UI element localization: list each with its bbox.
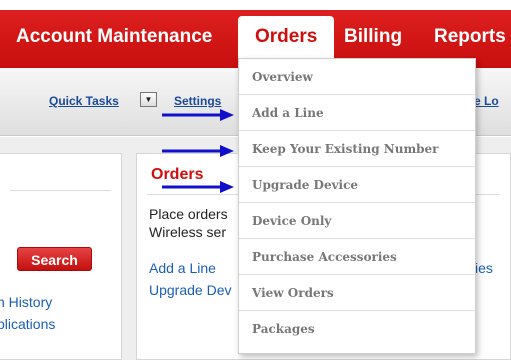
orders-description-line: Wireless ser [149,224,227,240]
menu-item-label: Purchase Accessories [252,250,397,264]
menu-item-add-a-line[interactable]: Add a Line [239,95,475,131]
menu-item-label: Device Only [252,214,332,228]
menu-item-label: View Orders [252,286,334,300]
search-button[interactable]: Search [17,247,92,271]
menu-item-label: Keep Your Existing Number [252,142,439,156]
orders-description-line: Place orders [149,206,228,222]
menu-item-view-orders[interactable]: View Orders [239,275,475,311]
history-link[interactable]: n History [0,294,52,310]
menu-item-device-only[interactable]: Device Only [239,203,475,239]
menu-item-overview[interactable]: Overview [239,59,475,95]
menu-item-purchase-accessories[interactable]: Purchase Accessories [239,239,475,275]
arrow-right-icon [162,181,234,193]
tab-reports[interactable]: Reports [434,26,506,48]
menu-item-packages[interactable]: Packages [239,311,475,347]
menu-item-label: Upgrade Device [252,178,359,192]
tab-orders-label: Orders [255,26,318,47]
divider [10,190,111,191]
menu-item-keep-existing-number[interactable]: Keep Your Existing Number [239,131,475,167]
menu-item-label: Overview [252,70,313,84]
chevron-down-icon[interactable]: ▼ [140,92,157,107]
upgrade-device-link[interactable]: Upgrade Dev [149,282,232,298]
menu-item-upgrade-device[interactable]: Upgrade Device [239,167,475,203]
settings-link[interactable]: Settings [174,94,221,108]
menu-item-label: Packages [252,322,315,336]
add-a-line-link[interactable]: Add a Line [149,260,216,276]
applications-link[interactable]: plications [0,316,55,332]
tab-billing[interactable]: Billing [344,26,402,48]
menu-item-label: Add a Line [252,106,324,120]
right-column-link-fragment[interactable]: ies [475,260,493,276]
edge-link-fragment[interactable]: e Lo [474,94,499,108]
tab-account-maintenance[interactable]: Account Maintenance [16,26,212,48]
arrow-right-icon [162,145,234,157]
orders-dropdown-menu: Overview Add a Line Keep Your Existing N… [238,58,476,354]
quick-tasks-link[interactable]: Quick Tasks [49,94,119,108]
arrow-right-icon [162,109,234,121]
left-panel: Search n History plications [0,153,122,360]
